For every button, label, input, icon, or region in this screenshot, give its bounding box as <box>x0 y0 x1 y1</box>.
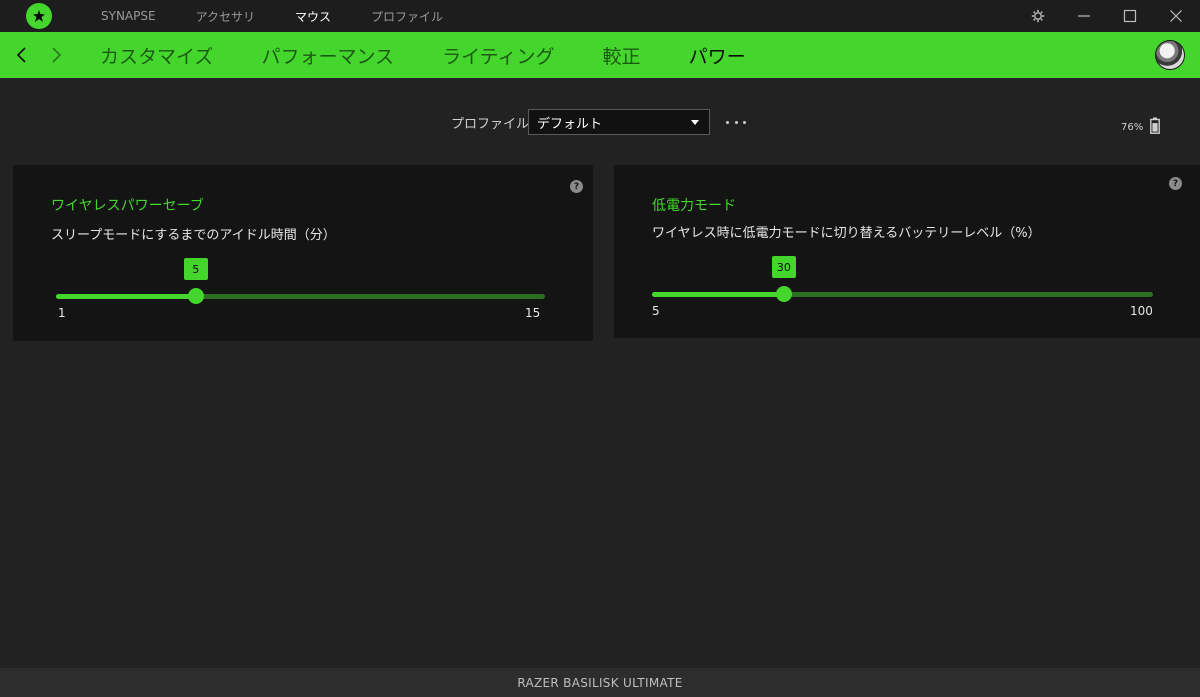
wireless-power-save-card: ? ワイヤレスパワーセーブ スリープモードにするまでのアイドル時間（分） 5 1… <box>13 165 593 341</box>
idle-time-slider[interactable]: 5 <box>56 258 545 304</box>
sub-tabs: カスタマイズ パフォーマンス ライティング 較正 パワー <box>100 32 794 78</box>
back-button[interactable] <box>11 32 31 78</box>
forward-button[interactable] <box>47 32 67 78</box>
tab-performance[interactable]: パフォーマンス <box>261 42 394 69</box>
wireless-power-save-title: ワイヤレスパワーセーブ <box>51 198 204 214</box>
help-icon[interactable]: ? <box>570 180 583 193</box>
battery-level-slider[interactable]: 30 <box>652 256 1153 302</box>
tab-power[interactable]: パワー <box>689 42 746 69</box>
top-nav-item-mouse[interactable]: マウス <box>295 8 331 25</box>
battery-percent: 76% <box>1121 122 1144 133</box>
close-icon <box>1170 10 1182 22</box>
slider-min-label: 5 <box>652 304 660 318</box>
caret-down-icon <box>691 120 699 125</box>
close-button[interactable] <box>1164 0 1188 32</box>
more-options-icon[interactable] <box>726 114 746 130</box>
slider-thumb[interactable] <box>775 286 792 302</box>
minimize-button[interactable] <box>1072 0 1096 32</box>
top-nav-item-profiles[interactable]: プロファイル <box>371 8 443 25</box>
slider-max-label: 15 <box>525 306 541 320</box>
top-nav-item-accessories[interactable]: アクセサリ <box>196 8 255 25</box>
profile-dropdown[interactable]: デフォルト <box>528 109 710 135</box>
maximize-icon <box>1123 9 1137 23</box>
device-name-footer: RAZER BASILISK ULTIMATE <box>0 668 1200 697</box>
low-power-mode-card: ? 低電力モード ワイヤレス時に低電力モードに切り替えるバッテリーレベル（%） … <box>614 165 1200 338</box>
slider-value-badge: 30 <box>771 256 796 278</box>
user-avatar[interactable] <box>1155 40 1185 70</box>
sub-nav-bar: カスタマイズ パフォーマンス ライティング 較正 パワー <box>0 32 1200 78</box>
title-bar: SYNAPSE アクセサリ マウス プロファイル <box>0 0 1200 32</box>
maximize-button[interactable] <box>1118 0 1142 32</box>
battery-icon <box>1150 117 1160 134</box>
top-nav-item-synapse[interactable]: SYNAPSE <box>101 9 156 23</box>
settings-button[interactable] <box>1026 0 1050 32</box>
razer-snake-icon <box>33 10 45 22</box>
help-icon[interactable]: ? <box>1169 177 1182 190</box>
gear-icon <box>1031 9 1045 23</box>
slider-thumb[interactable] <box>187 288 204 304</box>
profile-selected-value: デフォルト <box>537 116 603 132</box>
slider-max-label: 100 <box>1130 304 1153 318</box>
low-power-mode-title: 低電力モード <box>652 198 736 214</box>
razer-logo-icon[interactable] <box>26 3 52 29</box>
minimize-icon <box>1078 15 1090 17</box>
chevron-right-icon <box>52 47 62 63</box>
slider-min-label: 1 <box>58 306 66 320</box>
tab-calibration[interactable]: 較正 <box>603 42 641 69</box>
wireless-power-save-description: スリープモードにするまでのアイドル時間（分） <box>51 228 336 243</box>
chevron-left-icon <box>16 47 26 63</box>
top-nav: SYNAPSE アクセサリ マウス プロファイル <box>101 0 483 32</box>
slider-fill <box>56 294 196 299</box>
tab-lighting[interactable]: ライティング <box>442 42 554 69</box>
tab-customize[interactable]: カスタマイズ <box>100 42 213 69</box>
profile-label: プロファイル <box>451 117 530 132</box>
slider-value-badge: 5 <box>183 258 208 280</box>
slider-fill <box>652 292 784 297</box>
low-power-mode-description: ワイヤレス時に低電力モードに切り替えるバッテリーレベル（%） <box>652 226 1041 241</box>
